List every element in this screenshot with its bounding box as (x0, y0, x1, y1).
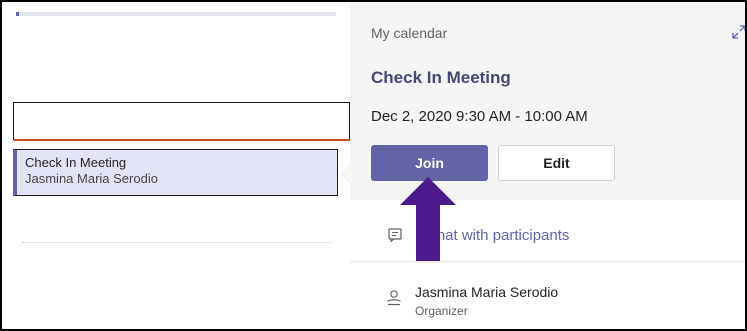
organizer-role: Organizer (415, 304, 468, 318)
edit-button[interactable]: Edit (498, 145, 615, 181)
calendar-name-label: My calendar (371, 25, 448, 41)
app-window: Check In Meeting Jasmina Maria Serodio M… (0, 0, 747, 331)
meeting-title: Check In Meeting (371, 68, 511, 87)
half-hour-divider (22, 242, 332, 243)
selected-time-slot[interactable] (13, 102, 350, 140)
calendar-top-event-bar (16, 12, 336, 16)
calendar-day-view: Check In Meeting Jasmina Maria Serodio (2, 2, 350, 329)
event-title: Check In Meeting (25, 155, 127, 170)
calendar-event-check-in-meeting[interactable]: Check In Meeting Jasmina Maria Serodio (13, 149, 338, 196)
person-icon (387, 290, 401, 306)
card-pointer-notch (340, 164, 351, 184)
join-button[interactable]: Join (371, 145, 488, 181)
calendar-top-event-accent (16, 12, 19, 16)
event-organizer: Jasmina Maria Serodio (25, 171, 158, 186)
meeting-details-card: My calendar Check In Meeting Dec 2, 2020… (350, 2, 747, 329)
organizer-name: Jasmina Maria Serodio (415, 284, 559, 300)
meeting-datetime: Dec 2, 2020 9:30 AM - 10:00 AM (371, 108, 588, 125)
expand-icon[interactable] (731, 24, 747, 40)
annotation-arrow-up-icon (400, 177, 456, 261)
current-time-line (14, 139, 350, 141)
